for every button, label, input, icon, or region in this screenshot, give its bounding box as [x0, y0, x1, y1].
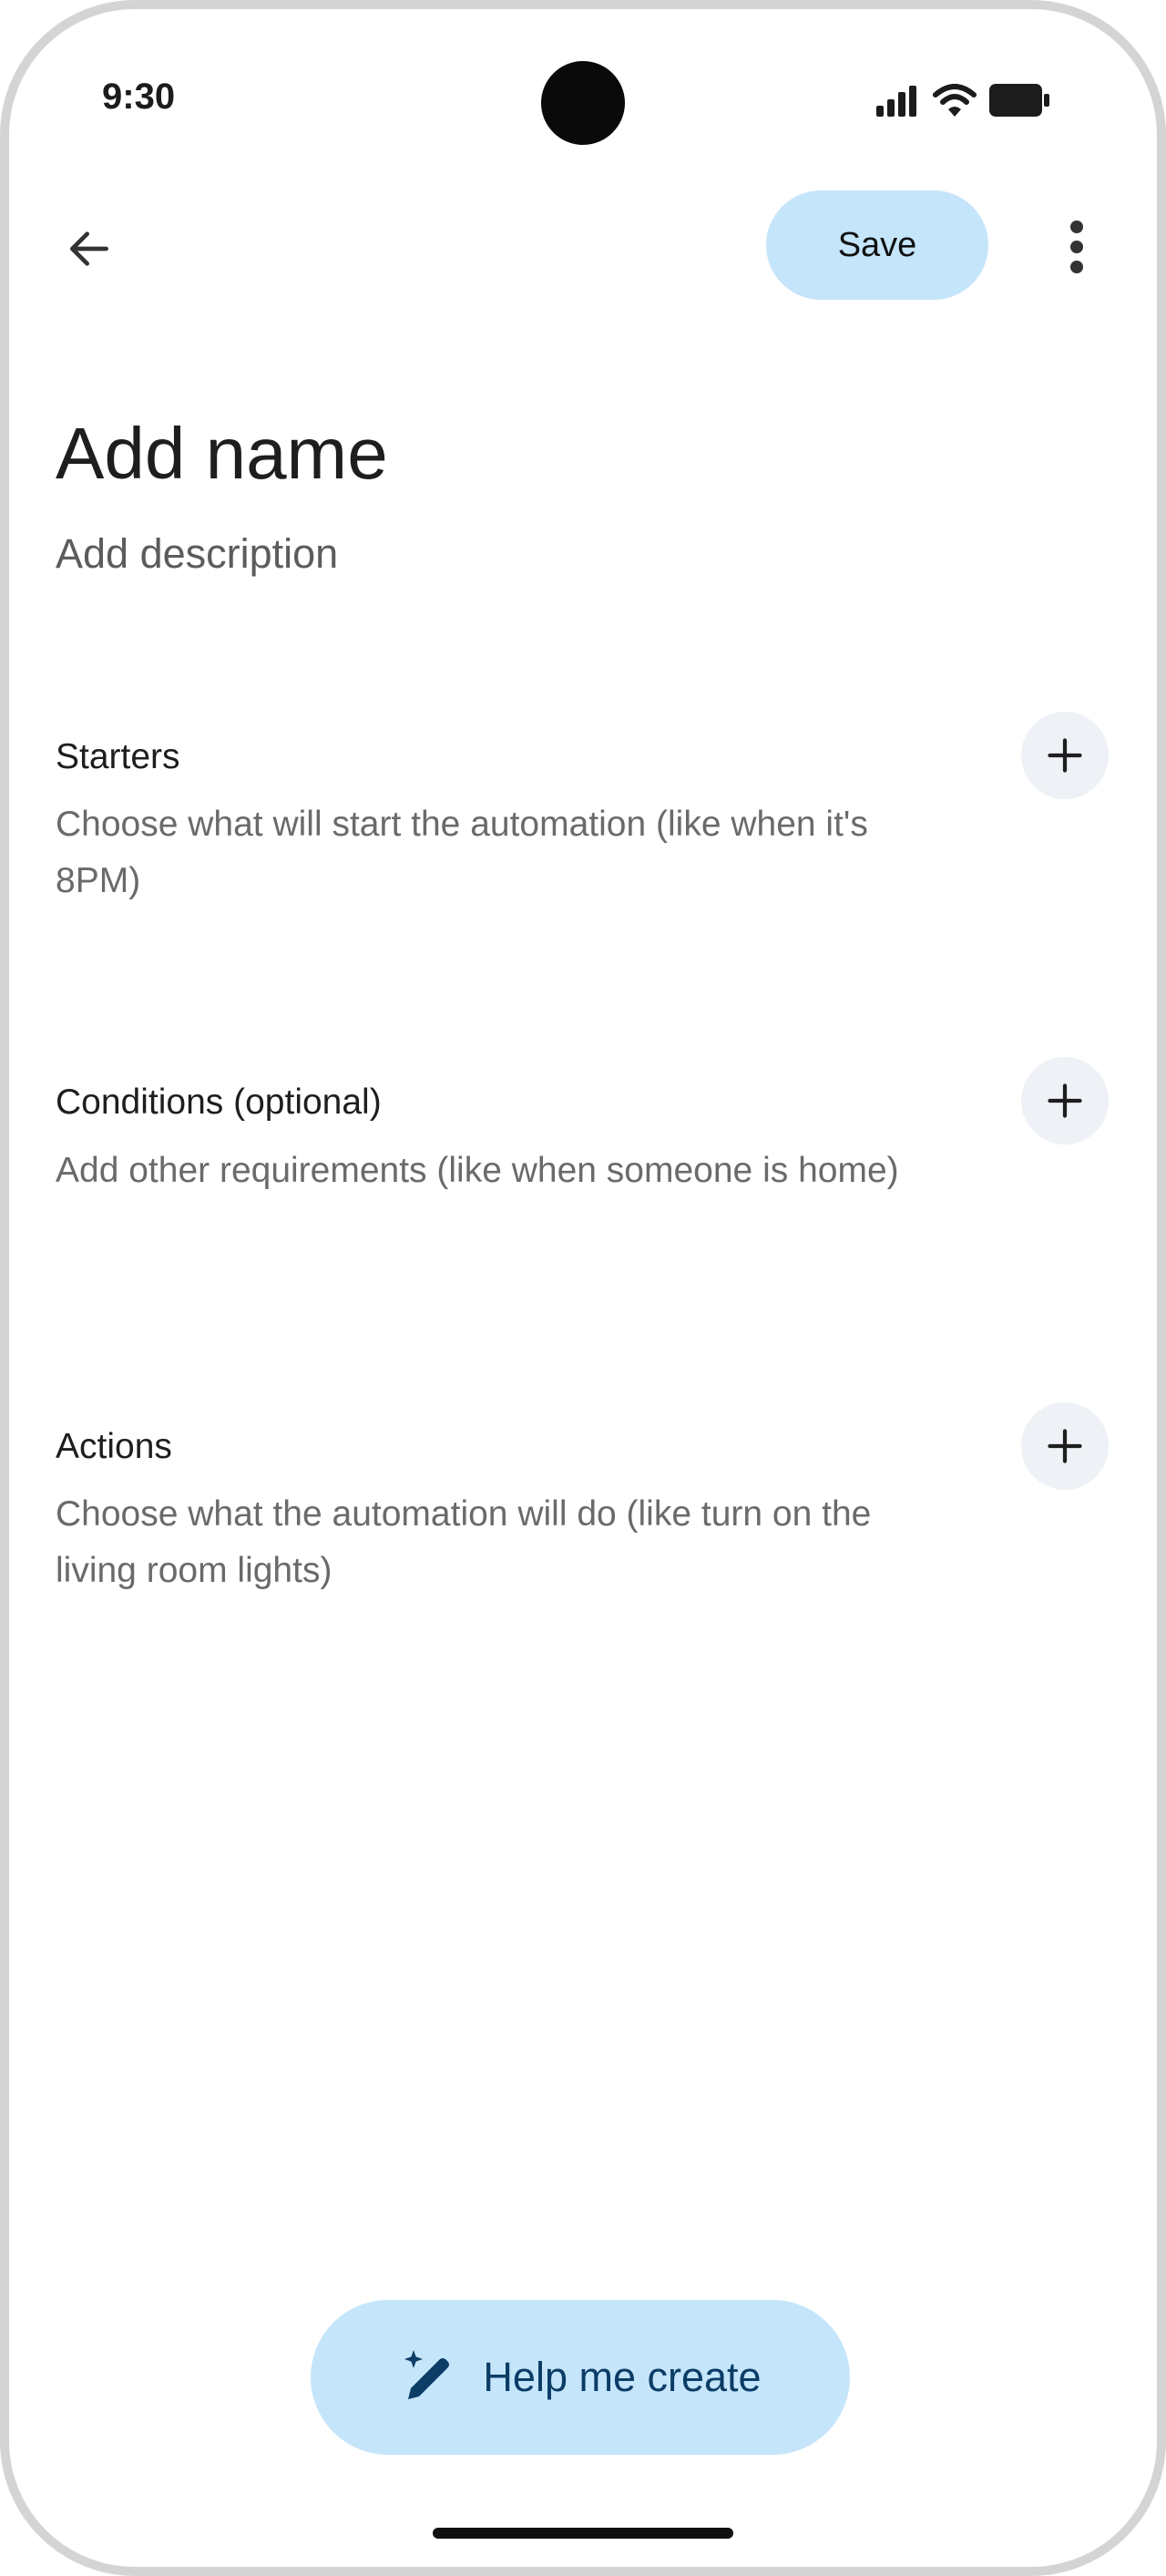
wifi-icon [933, 84, 977, 117]
automation-name-field[interactable]: Add name [56, 410, 388, 498]
conditions-description: Add other requirements (like when someon… [56, 1151, 899, 1190]
plus-icon [1048, 1429, 1082, 1463]
battery-icon [989, 84, 1049, 117]
cellular-signal-icon [876, 86, 916, 117]
help-me-create-label: Help me create [483, 2354, 762, 2400]
arrow-left-icon [70, 231, 108, 266]
add-starter-button[interactable] [1021, 712, 1109, 799]
add-condition-button[interactable] [1021, 1057, 1109, 1144]
back-button[interactable] [55, 214, 124, 283]
actions-title: Actions [56, 1427, 172, 1466]
starters-description: Choose what will start the automation (l… [56, 805, 868, 900]
conditions-title: Conditions (optional) [56, 1083, 382, 1122]
starters-title: Starters [56, 737, 180, 776]
actions-description: Choose what the automation will do (like… [56, 1494, 872, 1590]
plus-icon [1048, 738, 1082, 773]
camera-cutout [541, 61, 625, 145]
status-time: 9:30 [102, 77, 176, 117]
home-indicator[interactable] [433, 2528, 733, 2539]
more-options-button[interactable] [1049, 215, 1104, 279]
device-frame [0, 0, 1166, 2576]
save-button[interactable]: Save [766, 190, 988, 300]
help-me-create-button[interactable]: Help me create [311, 2300, 850, 2455]
automation-description-field[interactable]: Add description [56, 529, 338, 580]
add-action-button[interactable] [1021, 1402, 1109, 1490]
more-vert-icon [1070, 221, 1083, 273]
sparkle-pen-icon [404, 2350, 450, 2399]
plus-icon [1048, 1083, 1082, 1118]
status-icons [876, 84, 1049, 117]
